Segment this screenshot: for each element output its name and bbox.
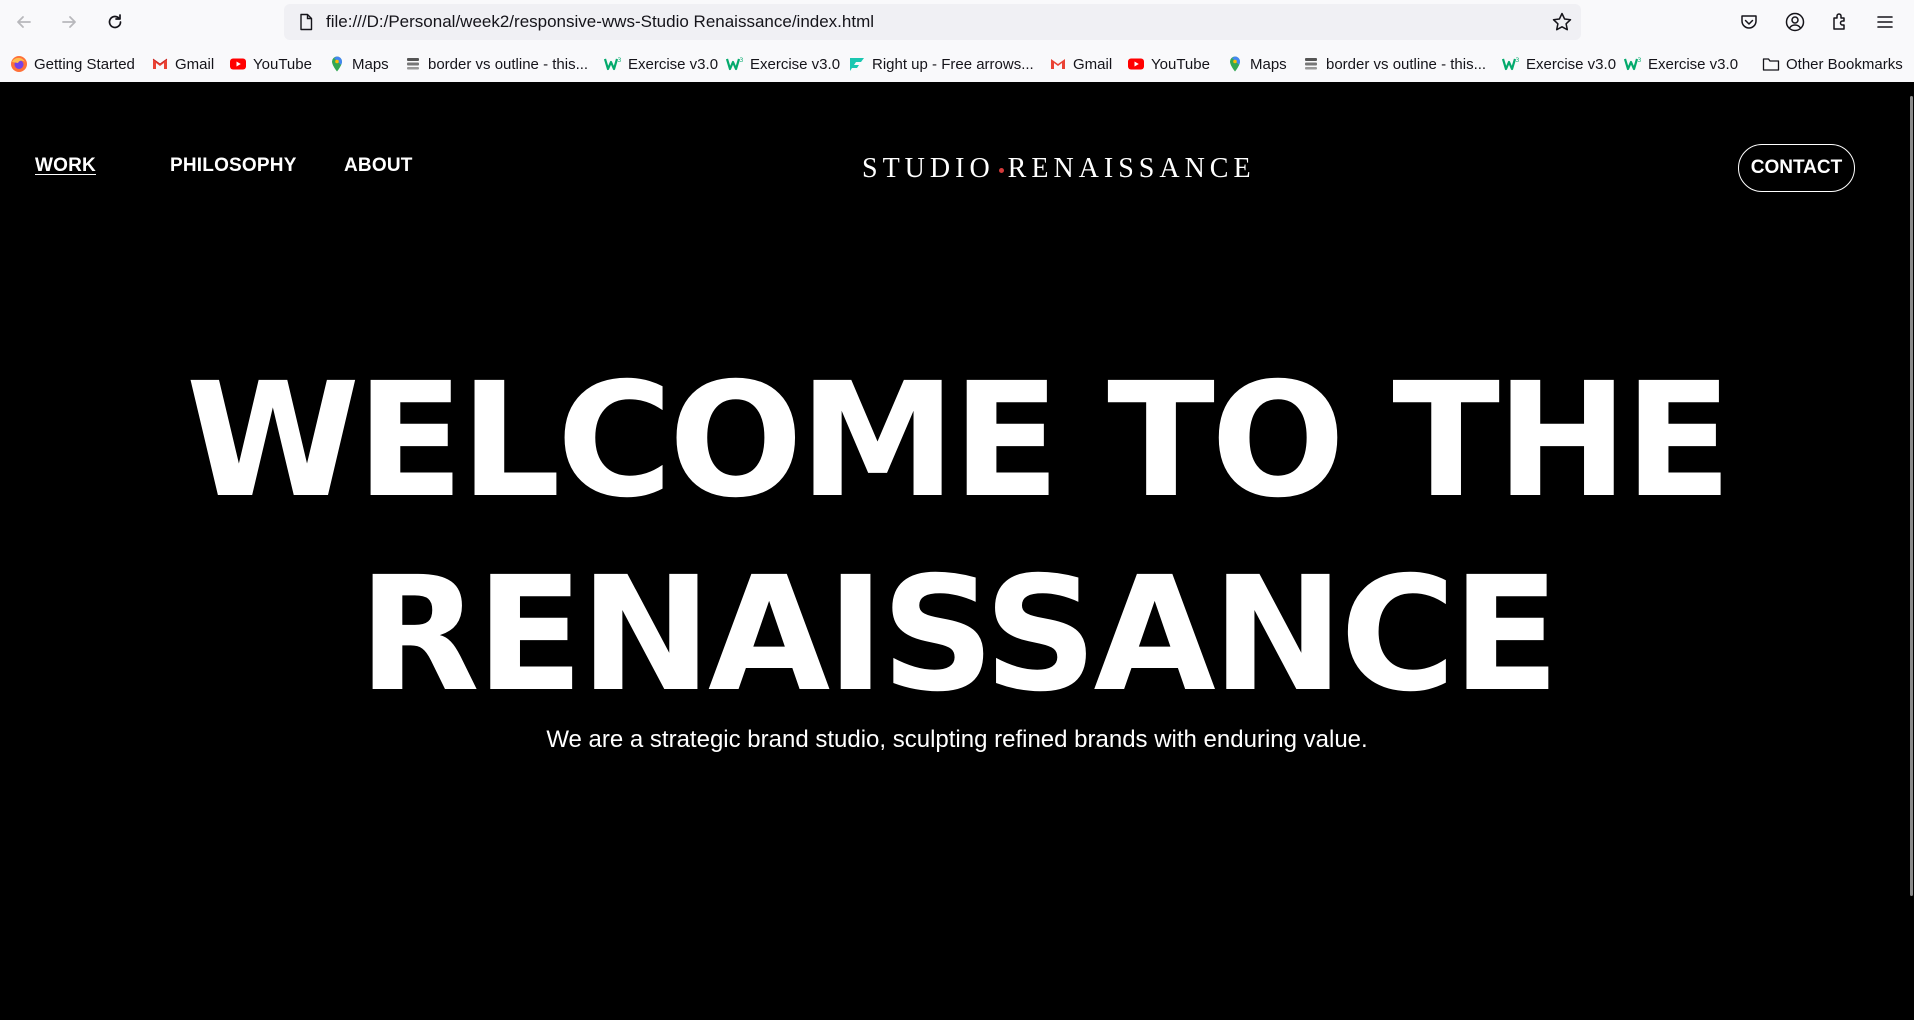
logo-text-left: STUDIO — [862, 153, 995, 184]
page-scrollbar[interactable] — [1908, 96, 1914, 896]
hero-tagline: We are a strategic brand studio, sculpti… — [546, 726, 1368, 753]
hero-line-1: WELCOME TO THE — [185, 349, 1732, 533]
maps-icon — [1226, 55, 1244, 73]
w3schools-icon: 3 — [726, 55, 744, 73]
folder-icon — [1762, 55, 1780, 73]
logo-text-right: RENAISSANCE — [1007, 153, 1256, 184]
site-logo[interactable]: STUDIO RENAISSANCE — [862, 153, 1256, 184]
bookmark-item[interactable]: Right up - Free arrows... — [848, 52, 1034, 76]
page: WORK PHILOSOPHY ABOUT STUDIO RENAISSANCE… — [0, 82, 1914, 1020]
logo-dot — [998, 167, 1004, 173]
reload-icon[interactable] — [101, 8, 129, 36]
bookmark-item[interactable]: Gmail — [1049, 52, 1112, 76]
bookmark-item[interactable]: YouTube — [229, 52, 312, 76]
other-bookmarks[interactable]: Other Bookmarks — [1762, 52, 1903, 76]
bookmark-item[interactable]: YouTube — [1127, 52, 1210, 76]
url-bar[interactable]: file:///D:/Personal/week2/responsive-wws… — [284, 4, 1581, 40]
bookmark-item[interactable]: Maps — [328, 52, 389, 76]
bookmark-item[interactable]: 3 Exercise v3.0 — [1624, 52, 1738, 76]
back-icon[interactable] — [10, 8, 38, 36]
contact-button[interactable]: CONTACT — [1738, 144, 1855, 192]
page-icon — [300, 13, 313, 31]
url-text[interactable]: file:///D:/Personal/week2/responsive-wws… — [326, 4, 874, 40]
w3schools-icon: 3 — [1624, 55, 1642, 73]
gmail-icon — [1049, 55, 1067, 73]
bookmark-item[interactable]: 3 Exercise v3.0 — [726, 52, 840, 76]
stackexchange-icon — [404, 55, 422, 73]
youtube-icon — [229, 55, 247, 73]
flaticon-icon — [848, 55, 866, 73]
menu-icon[interactable] — [1872, 9, 1898, 35]
bookmark-item[interactable]: Getting Started — [10, 52, 135, 76]
hero-line-2: RENAISSANCE — [358, 543, 1560, 727]
nav-philosophy-link[interactable]: PHILOSOPHY — [170, 155, 297, 177]
bookmark-item[interactable]: Gmail — [151, 52, 214, 76]
w3schools-icon: 3 — [604, 55, 622, 73]
svg-text:3: 3 — [740, 57, 744, 64]
gmail-icon — [151, 55, 169, 73]
browser-toolbar: file:///D:/Personal/week2/responsive-wws… — [0, 0, 1914, 44]
bookmark-item[interactable]: Maps — [1226, 52, 1287, 76]
svg-text:3: 3 — [1638, 57, 1642, 64]
firefox-icon — [10, 55, 28, 73]
bookmark-star-icon[interactable] — [1551, 11, 1573, 33]
account-icon[interactable] — [1782, 9, 1808, 35]
maps-icon — [328, 55, 346, 73]
bookmark-item[interactable]: border vs outline - this... — [404, 52, 588, 76]
bookmark-item[interactable]: border vs outline - this... — [1302, 52, 1486, 76]
bookmark-item[interactable]: 3 Exercise v3.0 — [604, 52, 718, 76]
extensions-icon[interactable] — [1827, 9, 1853, 35]
bookmarks-toolbar: Getting Started Gmail YouTube Maps borde… — [0, 50, 1914, 78]
forward-icon[interactable] — [55, 8, 83, 36]
scrollbar-thumb[interactable] — [1910, 96, 1913, 896]
nav-about-link[interactable]: ABOUT — [344, 155, 413, 177]
browser-chrome: file:///D:/Personal/week2/responsive-wws… — [0, 0, 1914, 82]
pocket-icon[interactable] — [1736, 9, 1762, 35]
w3schools-icon: 3 — [1502, 55, 1520, 73]
nav-work-link[interactable]: WORK — [35, 155, 96, 177]
stackexchange-icon — [1302, 55, 1320, 73]
hero-heading: WELCOME TO THE RENAISSANCE — [0, 344, 1914, 732]
youtube-icon — [1127, 55, 1145, 73]
svg-text:3: 3 — [618, 57, 622, 64]
bookmark-item[interactable]: 3 Exercise v3.0 — [1502, 52, 1616, 76]
svg-text:3: 3 — [1516, 57, 1520, 64]
